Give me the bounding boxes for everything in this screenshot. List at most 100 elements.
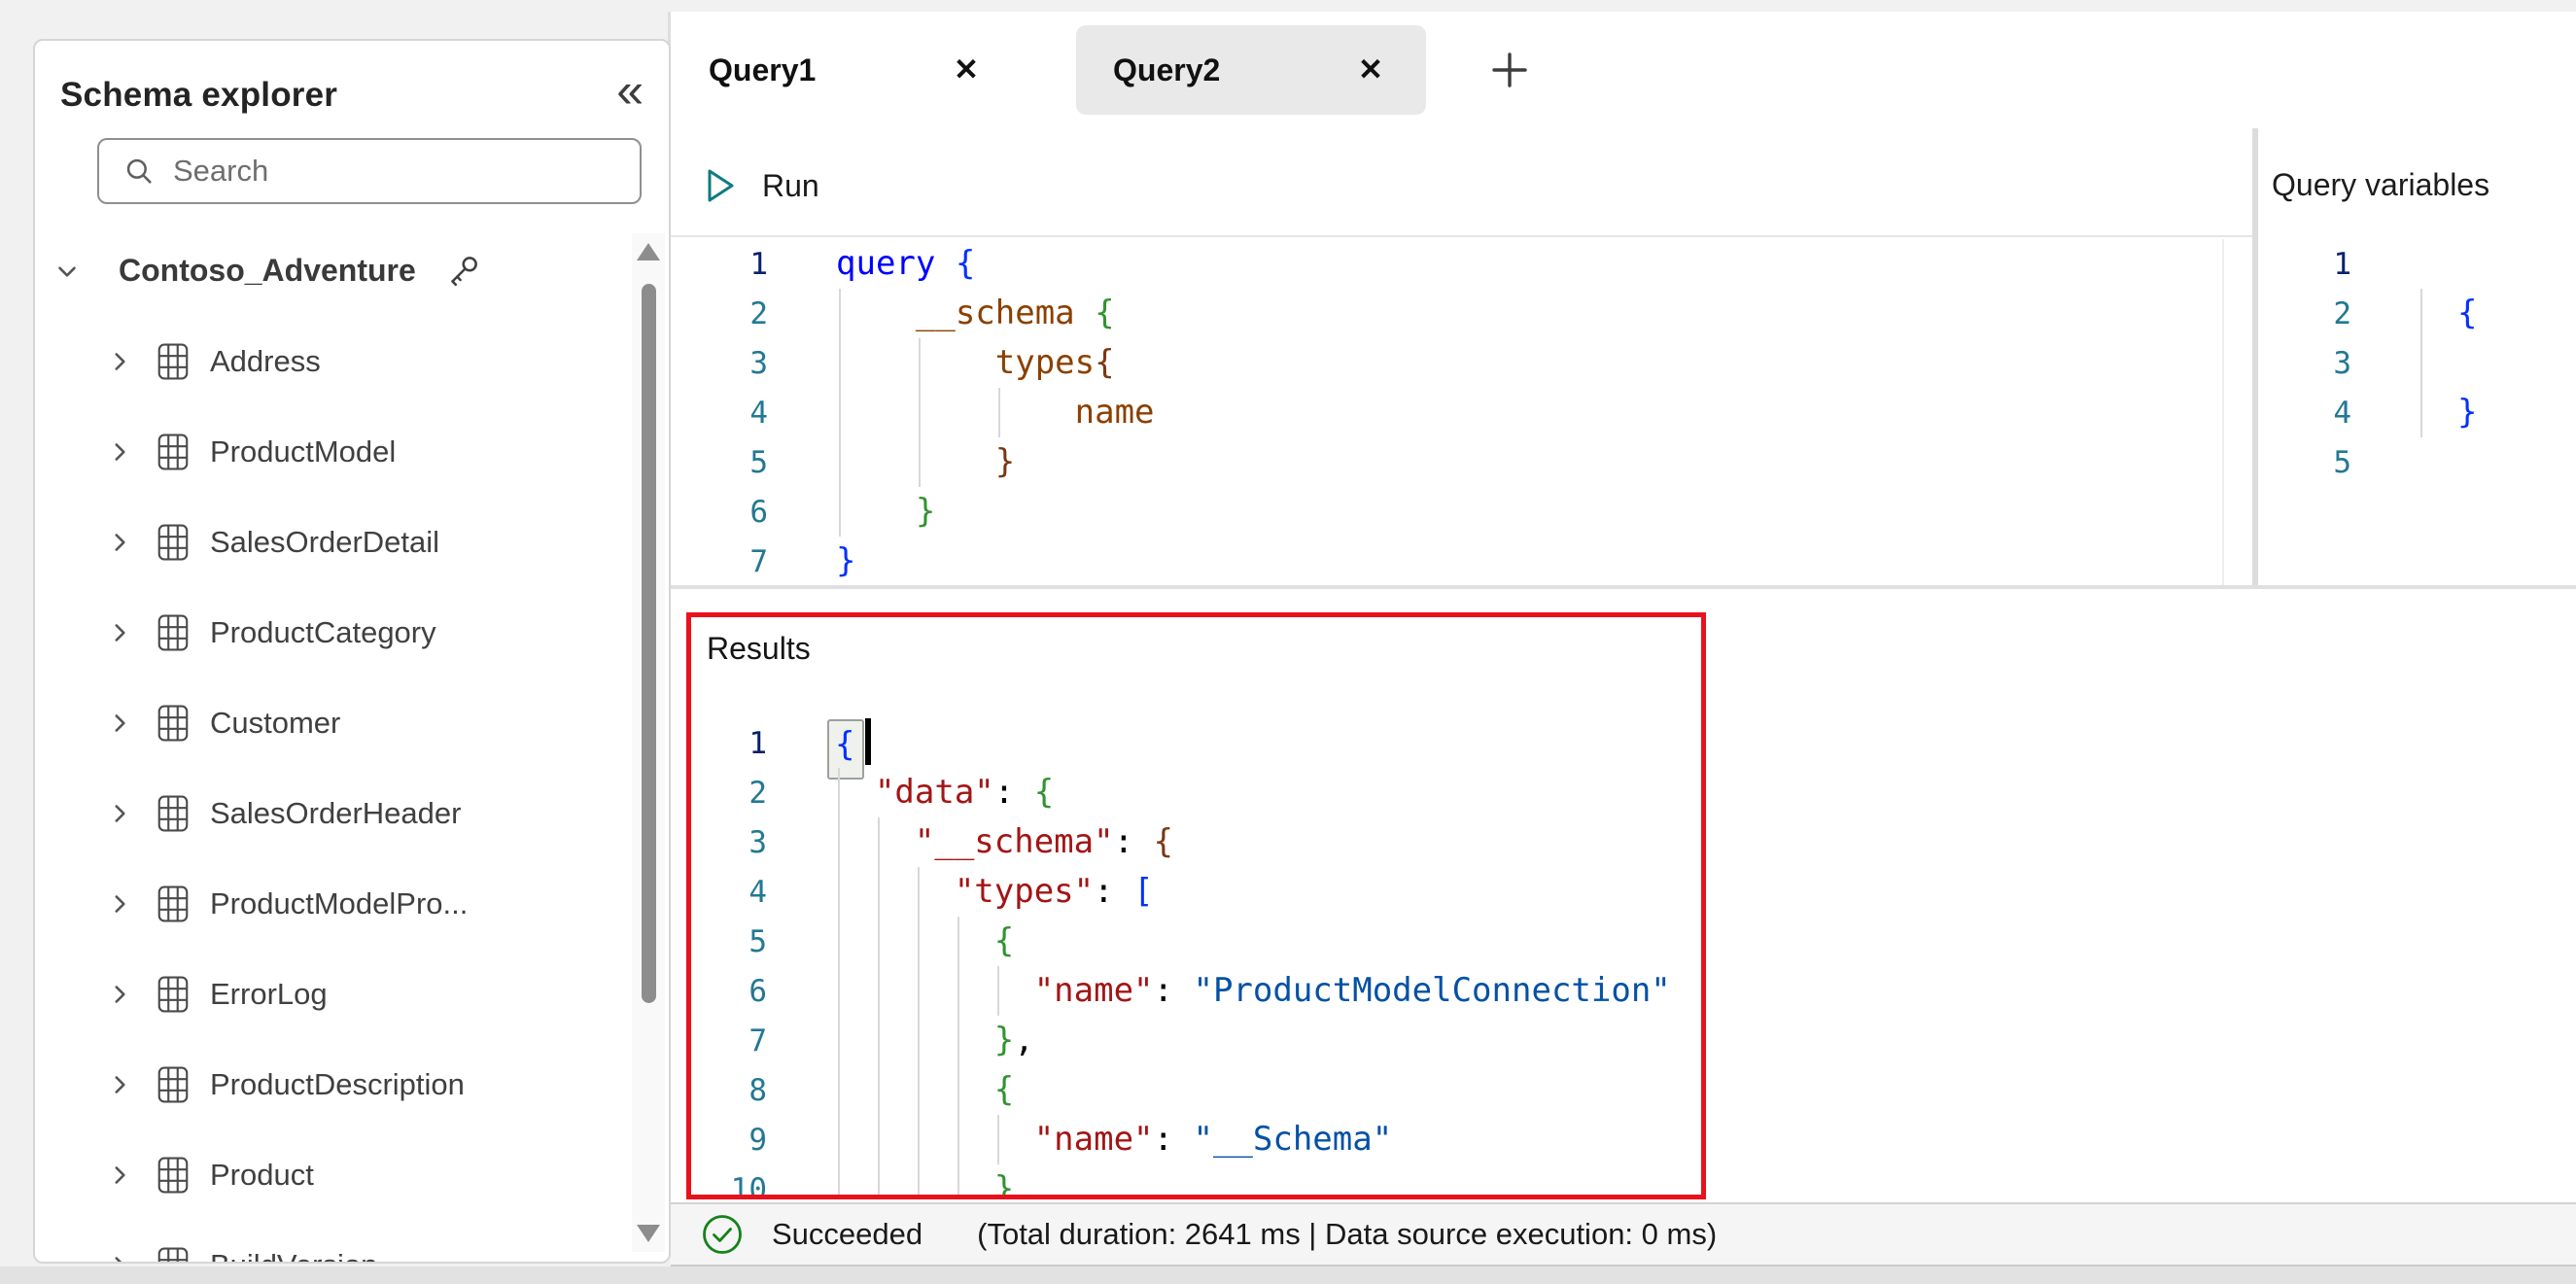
tree-item-productmodel[interactable]: ProductModel [35,406,624,497]
indent-guide [997,1115,999,1164]
tree-item-label: ProductCategory [210,615,436,650]
close-tab-icon[interactable]: ✕ [1358,52,1383,87]
editor-line: 2 "data": { [691,768,1701,817]
text-cursor [865,718,871,765]
tab-label: Query2 [1113,52,1220,88]
editor-line: 2 { [2258,289,2569,338]
tree-item-productdescription[interactable]: ProductDescription [35,1039,624,1129]
indent-guide [2420,289,2422,338]
indent-guide [838,1164,840,1199]
chevron-right-icon[interactable] [105,618,134,647]
tree-item-productcategory[interactable]: ProductCategory [35,587,624,677]
tree-item-customer[interactable]: Customer [35,677,624,768]
tree-item-label: BuildVersion [210,1248,377,1265]
editor-line: 8 { [691,1065,1701,1115]
schema-explorer-panel: Schema explorer « Search Contoso_Adventu… [33,39,671,1264]
editor-results-divider[interactable] [671,585,2576,589]
indent-guide [838,1016,840,1065]
table-icon [157,1247,189,1265]
line-number: 5 [691,924,767,959]
table-icon [157,614,189,651]
tab-query2[interactable]: Query2 ✕ [1076,25,1426,115]
tab-query1[interactable]: Query1 ✕ [672,25,1022,115]
editor-line: 1query { [671,239,2216,289]
scrollbar-thumb[interactable] [642,284,656,1003]
table-icon [157,1066,189,1103]
line-number: 4 [691,875,767,910]
table-icon [157,885,189,922]
chevron-right-icon[interactable] [105,709,134,738]
tab-label: Query1 [709,52,816,88]
tree-item-label: Address [210,344,321,379]
editor-line: 4 "types": [ [691,867,1701,917]
indent-guide [918,867,920,917]
line-number: 2 [2258,296,2351,331]
table-icon [157,343,189,380]
chevron-right-icon[interactable] [105,1161,134,1190]
line-number: 5 [671,445,768,480]
indent-guide [838,1065,840,1115]
window-bottom-edge [0,1267,2576,1284]
indent-guide [878,1016,880,1065]
tree-item-label: Product [210,1158,314,1193]
status-state-text: Succeeded [772,1217,922,1252]
scroll-down-arrow-icon[interactable] [637,1225,660,1242]
close-tab-icon[interactable]: ✕ [954,52,979,87]
query-variables-editor[interactable]: 12 {34 }5 [2258,239,2569,487]
query-tab-bar: Query1 ✕ Query2 ✕ [672,25,1539,115]
tree-item-salesorderheader[interactable]: SalesOrderHeader [35,768,624,858]
indent-guide [2420,338,2422,388]
chevron-right-icon[interactable] [105,799,134,828]
schema-tree: Contoso_Adventure Address ProductModel Sal… [35,226,624,1264]
indent-guide [919,338,921,388]
chevron-right-icon[interactable] [105,1251,134,1265]
sidebar-scrollbar[interactable] [632,233,665,1252]
toolbar-divider [671,235,2252,237]
indent-guide [918,1115,920,1164]
tree-item-address[interactable]: Address [35,316,624,406]
chevron-down-icon[interactable] [52,257,82,286]
line-number: 5 [2258,445,2351,480]
table-icon [157,1157,189,1194]
results-title: Results [707,631,811,667]
tree-item-label: SalesOrderDetail [210,525,439,560]
indent-guide [839,487,841,537]
search-input[interactable]: Search [97,138,642,204]
editor-line: 4 name [671,388,2216,437]
search-icon [122,155,156,188]
tree-item-product[interactable]: Product [35,1129,624,1220]
indent-guide [838,917,840,966]
editor-line: 5 [2258,437,2569,487]
scroll-up-arrow-icon[interactable] [637,243,660,260]
tree-item-buildversion[interactable]: BuildVersion [35,1220,624,1264]
chevron-right-icon[interactable] [105,1070,134,1099]
indent-guide [878,1115,880,1164]
run-button[interactable]: Run [702,154,819,218]
new-tab-button[interactable] [1480,25,1539,115]
tree-item-errorlog[interactable]: ErrorLog [35,949,624,1039]
editor-line: 3 [2258,338,2569,388]
indent-guide [838,1115,840,1164]
editor-right-edge [2222,239,2224,585]
indent-guide [957,966,959,1016]
chevron-right-icon[interactable] [105,889,134,919]
tree-item-salesorderdetail[interactable]: SalesOrderDetail [35,497,624,587]
indent-guide [957,1016,959,1065]
results-code-viewer[interactable]: 1{2 "data": {3 "__schema": {4 "types": [… [691,718,1701,1199]
tree-item-label: ProductDescription [210,1067,465,1102]
line-number: 1 [671,247,768,282]
chevron-right-icon[interactable] [105,980,134,1009]
line-number: 10 [691,1172,767,1200]
indent-guide [918,917,920,966]
editor-line: 6 "name": "ProductModelConnection" [691,966,1701,1016]
chevron-right-icon[interactable] [105,528,134,557]
chevron-right-icon[interactable] [105,437,134,467]
query-code-editor[interactable]: 1query {2 __schema {3 types{4 name5 }6 }… [671,239,2216,586]
tree-item-productmodelpro[interactable]: ProductModelPro... [35,858,624,949]
line-number: 7 [691,1024,767,1058]
indent-guide [878,1065,880,1115]
tree-root-contoso-adventure[interactable]: Contoso_Adventure [35,226,624,316]
chevron-right-icon[interactable] [105,347,134,376]
collapse-panel-icon[interactable]: « [616,71,644,110]
indent-guide [878,917,880,966]
